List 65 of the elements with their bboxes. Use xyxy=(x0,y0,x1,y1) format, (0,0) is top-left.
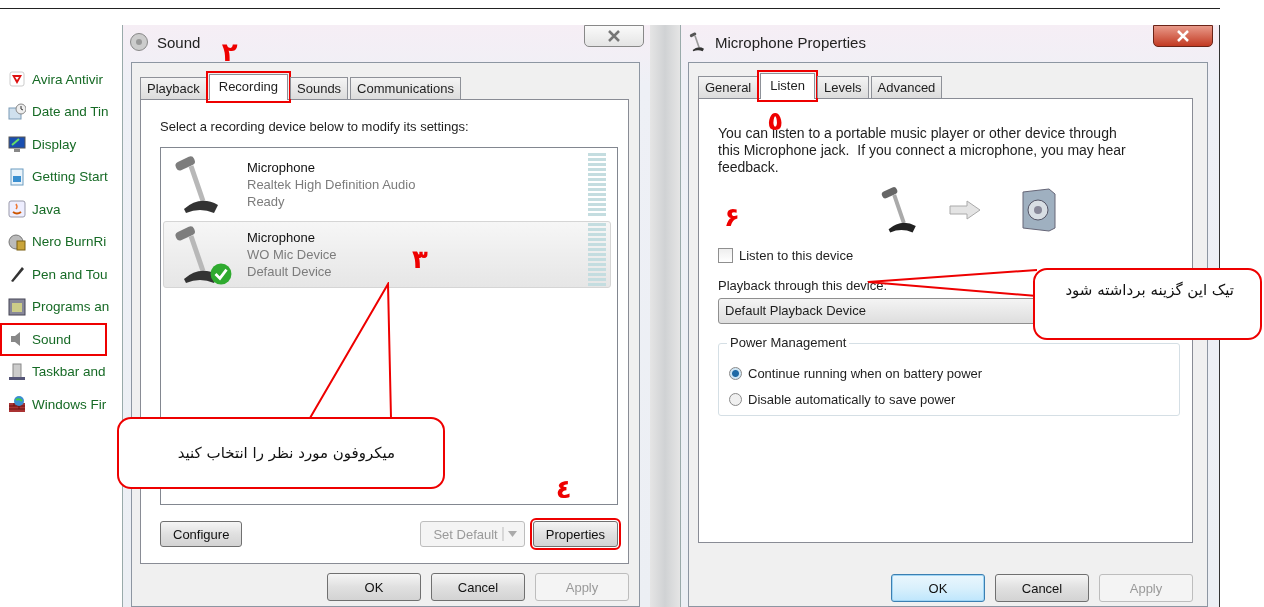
level-meter xyxy=(588,223,606,286)
tab[interactable]: Playback xyxy=(140,77,207,99)
push-button[interactable]: OK xyxy=(891,574,985,602)
arrow-icon xyxy=(948,200,981,220)
control-panel-item[interactable]: Sound xyxy=(0,323,107,356)
speaker-disc-icon xyxy=(129,32,149,52)
checkbox-label: Listen to this device xyxy=(739,248,854,263)
device-name: Microphone xyxy=(247,159,316,176)
control-panel-item[interactable]: Pen and Tou xyxy=(0,258,107,291)
control-panel-icon xyxy=(8,70,26,89)
control-panel-item[interactable]: Avira Antivir xyxy=(0,63,107,96)
control-panel-icon xyxy=(8,362,26,381)
instruction-text: Select a recording device below to modify its settings: xyxy=(160,119,470,134)
close-button[interactable] xyxy=(1153,25,1213,47)
tab[interactable]: Sounds xyxy=(290,77,349,99)
control-panel-icon xyxy=(8,232,26,251)
control-panel-item[interactable]: Display xyxy=(0,128,107,161)
control-panel-item[interactable]: Java xyxy=(0,193,107,226)
device-status: Ready xyxy=(247,193,286,210)
push-button[interactable]: Cancel xyxy=(431,573,525,601)
tab[interactable]: Advanced xyxy=(870,76,943,98)
window-title: Sound xyxy=(157,34,201,51)
window-title: Microphone Properties xyxy=(715,34,866,51)
group-title: Power Management xyxy=(727,335,850,350)
device-name: Microphone xyxy=(247,229,316,246)
control-panel-icon xyxy=(8,200,26,219)
control-panel-item[interactable]: Windows Fir xyxy=(0,388,107,421)
control-panel-item[interactable]: Nero BurnRi xyxy=(0,225,107,258)
push-button[interactable]: OK xyxy=(327,573,421,601)
radio-button[interactable] xyxy=(729,366,742,380)
device-row[interactable]: Microphone Realtek High Definition Audio Ready xyxy=(163,151,611,218)
push-button[interactable]: Cancel xyxy=(995,574,1089,602)
control-panel-icon xyxy=(8,167,26,186)
control-panel-item[interactable]: Programs an xyxy=(0,290,107,323)
close-icon xyxy=(1176,30,1190,42)
radio-button[interactable] xyxy=(729,392,742,406)
step-number: ۳ xyxy=(412,246,428,272)
control-panel-icon xyxy=(8,135,26,154)
device-driver: WO Mic Device xyxy=(247,246,337,263)
level-meter xyxy=(588,153,606,216)
callout-tooltip: میکروفون مورد نظر را انتخاب کنید xyxy=(117,417,445,489)
device-driver: Realtek High Definition Audio xyxy=(247,176,416,193)
control-panel-icon xyxy=(8,102,26,121)
step-number: ٤ xyxy=(555,476,572,502)
tab[interactable]: Levels xyxy=(816,76,869,98)
radio-label: Disable automatically to save power xyxy=(748,391,956,407)
close-icon xyxy=(607,30,621,42)
push-button[interactable]: Configure xyxy=(160,521,243,547)
device-status: Default Device xyxy=(247,263,333,280)
control-panel-item[interactable]: Getting Start xyxy=(0,160,107,193)
control-panel-icon xyxy=(8,297,26,316)
control-panel-icon xyxy=(8,265,26,284)
radio-label: Continue running when on battery power xyxy=(748,365,983,381)
speaker-icon xyxy=(1020,188,1057,232)
control-panel-icon xyxy=(8,395,26,414)
control-panel-item[interactable]: Date and Tin xyxy=(0,95,107,128)
step-number: ۶ xyxy=(724,204,740,230)
step-number: ۲ xyxy=(221,39,238,65)
microphone-icon xyxy=(687,32,707,52)
tab[interactable]: Communications xyxy=(350,77,461,99)
field-label: Playback through this device: xyxy=(718,278,888,293)
checkbox[interactable] xyxy=(718,248,733,263)
tab[interactable]: General xyxy=(698,76,759,98)
control-panel-item[interactable]: Taskbar and xyxy=(0,355,107,388)
callout-tooltip: تیک این گزینه برداشته شود xyxy=(1033,268,1262,340)
